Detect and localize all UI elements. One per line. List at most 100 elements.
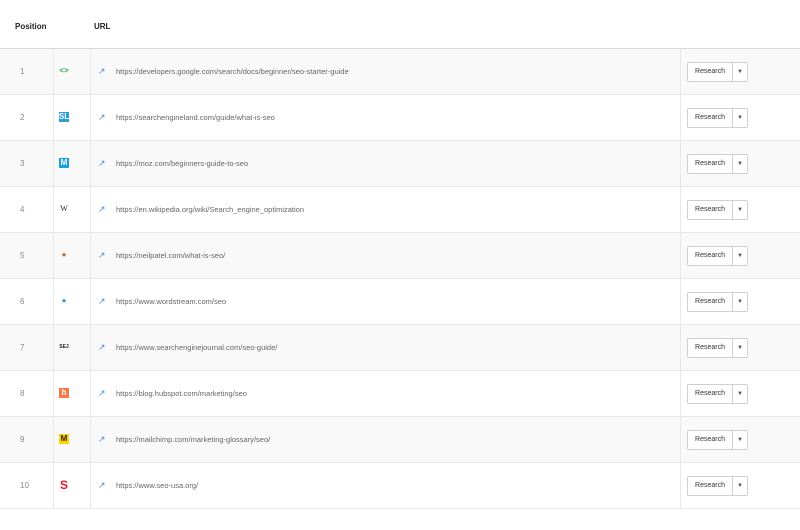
cell-divider xyxy=(53,371,54,416)
table-row: 4 W ↗︎ https://en.wikipedia.org/wiki/Sea… xyxy=(0,187,800,233)
external-link-icon[interactable]: ↗︎ xyxy=(98,95,106,140)
cell-divider xyxy=(90,141,91,186)
position-value: 2 xyxy=(20,113,25,122)
moz-icon: M xyxy=(59,158,69,168)
caret-down-icon[interactable]: ▼ xyxy=(733,109,747,127)
caret-down-icon[interactable]: ▼ xyxy=(733,201,747,219)
wordstream-icon: ● xyxy=(61,296,67,305)
research-button-group: Research ▼ xyxy=(687,292,748,312)
research-button[interactable]: Research xyxy=(688,339,733,357)
external-link-icon[interactable]: ↗︎ xyxy=(98,279,106,324)
result-url-link[interactable]: https://developers.google.com/search/doc… xyxy=(116,49,349,94)
cell-divider xyxy=(680,417,681,462)
cell-divider xyxy=(53,279,54,324)
result-url-link[interactable]: https://moz.com/beginners-guide-to-seo xyxy=(116,141,248,186)
research-button[interactable]: Research xyxy=(688,293,733,311)
research-button[interactable]: Research xyxy=(688,247,733,265)
cell-divider xyxy=(53,141,54,186)
cell-divider xyxy=(53,49,54,94)
external-link-icon[interactable]: ↗︎ xyxy=(98,141,106,186)
result-url-link[interactable]: https://www.searchenginejournal.com/seo-… xyxy=(116,325,277,370)
position-value: 8 xyxy=(20,389,25,398)
cell-divider xyxy=(53,325,54,370)
research-button-group: Research ▼ xyxy=(687,200,748,220)
research-button[interactable]: Research xyxy=(688,431,733,449)
position-value: 10 xyxy=(20,481,29,490)
result-url-link[interactable]: https://www.wordstream.com/seo xyxy=(116,279,226,324)
position-value: 3 xyxy=(20,159,25,168)
result-url-link[interactable]: https://searchengineland.com/guide/what-… xyxy=(116,95,275,140)
caret-down-icon[interactable]: ▼ xyxy=(733,63,747,81)
cell-divider xyxy=(90,325,91,370)
cell-divider xyxy=(90,463,91,508)
cell-divider xyxy=(90,95,91,140)
external-link-icon[interactable]: ↗︎ xyxy=(98,371,106,416)
external-link-icon[interactable]: ↗︎ xyxy=(98,325,106,370)
result-url-link[interactable]: https://www.seo-usa.org/ xyxy=(116,463,198,508)
research-button-group: Research ▼ xyxy=(687,108,748,128)
cell-divider xyxy=(680,279,681,324)
caret-down-icon[interactable]: ▼ xyxy=(733,293,747,311)
caret-down-icon[interactable]: ▼ xyxy=(733,477,747,495)
caret-down-icon[interactable]: ▼ xyxy=(733,247,747,265)
table-row: 10 S ↗︎ https://www.seo-usa.org/ Researc… xyxy=(0,463,800,509)
table-header: Position URL xyxy=(0,0,800,49)
position-value: 7 xyxy=(20,343,25,352)
searchenginejournal-icon: SEJ xyxy=(59,344,69,350)
cell-divider xyxy=(53,187,54,232)
result-url-link[interactable]: https://en.wikipedia.org/wiki/Search_eng… xyxy=(116,187,304,232)
cell-divider xyxy=(680,95,681,140)
research-button[interactable]: Research xyxy=(688,155,733,173)
research-button[interactable]: Research xyxy=(688,385,733,403)
searchengineland-icon: SL xyxy=(58,112,70,122)
external-link-icon[interactable]: ↗︎ xyxy=(98,233,106,278)
external-link-icon[interactable]: ↗︎ xyxy=(98,463,106,508)
caret-down-icon[interactable]: ▼ xyxy=(733,431,747,449)
result-url-link[interactable]: https://neilpatel.com/what-is-seo/ xyxy=(116,233,225,278)
caret-down-icon[interactable]: ▼ xyxy=(733,385,747,403)
caret-down-icon[interactable]: ▼ xyxy=(733,155,747,173)
result-url-link[interactable]: https://blog.hubspot.com/marketing/seo xyxy=(116,371,247,416)
external-link-icon[interactable]: ↗︎ xyxy=(98,417,106,462)
table-row: 8 h ↗︎ https://blog.hubspot.com/marketin… xyxy=(0,371,800,417)
research-button-group: Research ▼ xyxy=(687,154,748,174)
cell-divider xyxy=(680,141,681,186)
result-url-link[interactable]: https://mailchimp.com/marketing-glossary… xyxy=(116,417,270,462)
cell-divider xyxy=(680,187,681,232)
cell-divider xyxy=(680,233,681,278)
table-row: 1 <> ↗︎ https://developers.google.com/se… xyxy=(0,49,800,95)
url-column-header: URL xyxy=(94,22,111,31)
seo-usa-icon: S xyxy=(59,478,68,492)
research-button-group: Research ▼ xyxy=(687,62,748,82)
google-dev-icon: <> xyxy=(59,66,69,75)
position-value: 6 xyxy=(20,297,25,306)
wikipedia-icon: W xyxy=(60,204,68,213)
table-row: 5 ● ↗︎ https://neilpatel.com/what-is-seo… xyxy=(0,233,800,279)
research-button-group: Research ▼ xyxy=(687,246,748,266)
research-button[interactable]: Research xyxy=(688,477,733,495)
research-button-group: Research ▼ xyxy=(687,338,748,358)
position-value: 1 xyxy=(20,67,25,76)
cell-divider xyxy=(53,417,54,462)
position-value: 5 xyxy=(20,251,25,260)
cell-divider xyxy=(53,463,54,508)
cell-divider xyxy=(680,371,681,416)
research-button[interactable]: Research xyxy=(688,109,733,127)
research-button-group: Research ▼ xyxy=(687,430,748,450)
table-row: 3 M ↗︎ https://moz.com/beginners-guide-t… xyxy=(0,141,800,187)
research-button[interactable]: Research xyxy=(688,201,733,219)
research-button-group: Research ▼ xyxy=(687,384,748,404)
external-link-icon[interactable]: ↗︎ xyxy=(98,49,106,94)
results-table: 1 <> ↗︎ https://developers.google.com/se… xyxy=(0,49,800,509)
caret-down-icon[interactable]: ▼ xyxy=(733,339,747,357)
table-row: 2 SL ↗︎ https://searchengineland.com/gui… xyxy=(0,95,800,141)
external-link-icon[interactable]: ↗︎ xyxy=(98,187,106,232)
cell-divider xyxy=(53,95,54,140)
research-button[interactable]: Research xyxy=(688,63,733,81)
position-value: 4 xyxy=(20,205,25,214)
cell-divider xyxy=(680,463,681,508)
cell-divider xyxy=(680,49,681,94)
cell-divider xyxy=(90,187,91,232)
cell-divider xyxy=(90,417,91,462)
mailchimp-icon: M xyxy=(59,434,69,444)
